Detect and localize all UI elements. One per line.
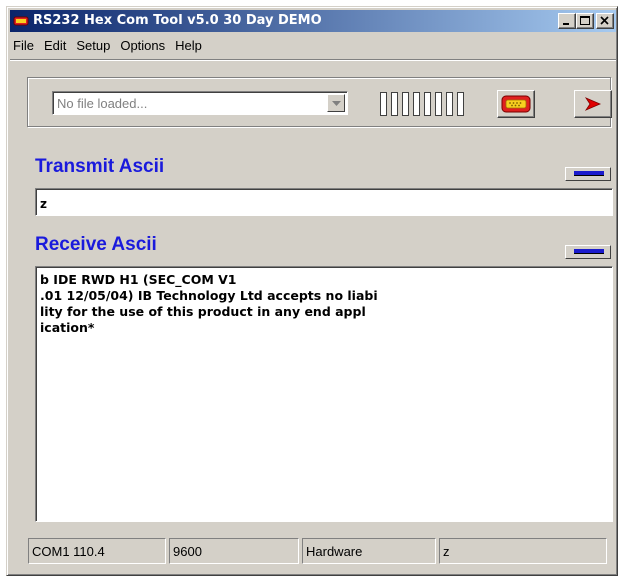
menu-edit[interactable]: Edit <box>39 35 71 53</box>
status-baud: 9600 <box>169 538 299 564</box>
status-flow-control: Hardware <box>302 538 436 564</box>
serial-port-icon <box>13 16 29 26</box>
file-combo-dropdown-button[interactable] <box>327 94 345 112</box>
menu-options[interactable]: Options <box>115 35 170 53</box>
collapse-bar-icon <box>574 249 604 254</box>
menu-file[interactable]: File <box>10 35 39 53</box>
transmit-input[interactable]: z <box>35 188 613 216</box>
status-port: COM1 110.4 <box>28 538 166 564</box>
receive-line: .01 12/05/04) IB Technology Ltd accepts … <box>40 288 378 303</box>
minimize-button[interactable] <box>558 13 576 29</box>
receive-line: lity for the use of this product in any … <box>40 304 366 319</box>
close-icon <box>600 16 609 25</box>
transmit-heading: Transmit Ascii <box>35 156 165 177</box>
menu-divider <box>10 59 616 61</box>
receive-heading: Receive Ascii <box>35 234 157 255</box>
collapse-bar-icon <box>574 171 604 176</box>
file-combo[interactable]: No file loaded... <box>52 91 348 115</box>
signal-bars-icon[interactable] <box>378 90 474 118</box>
menu-help[interactable]: Help <box>170 35 207 53</box>
menu-bar: File Edit Setup Options Help <box>10 35 616 57</box>
receive-line: b IDE RWD H1 (SEC_COM V1 <box>40 272 237 287</box>
receive-output[interactable]: b IDE RWD H1 (SEC_COM V1 .01 12/05/04) I… <box>35 266 613 522</box>
status-last-sent: z <box>439 538 607 564</box>
menu-setup[interactable]: Setup <box>71 35 115 53</box>
close-button[interactable] <box>596 13 614 29</box>
maximize-icon <box>580 16 590 25</box>
serial-port-button[interactable] <box>497 90 535 118</box>
transmit-collapse-button[interactable] <box>565 167 611 181</box>
title-bar[interactable]: RS232 Hex Com Tool v5.0 30 Day DEMO <box>10 10 616 32</box>
maximize-button[interactable] <box>576 13 594 29</box>
app-window: RS232 Hex Com Tool v5.0 30 Day DEMO File… <box>6 6 618 576</box>
chevron-down-icon <box>332 101 341 106</box>
toolbar: No file loaded... <box>27 77 612 127</box>
window-title: RS232 Hex Com Tool v5.0 30 Day DEMO <box>33 13 322 28</box>
receive-line: ication* <box>40 320 95 335</box>
file-combo-text: No file loaded... <box>57 96 148 111</box>
serial-port-icon <box>501 95 531 113</box>
play-arrow-icon <box>584 97 602 111</box>
minimize-icon <box>563 23 569 25</box>
send-button[interactable] <box>574 90 612 118</box>
receive-collapse-button[interactable] <box>565 245 611 259</box>
